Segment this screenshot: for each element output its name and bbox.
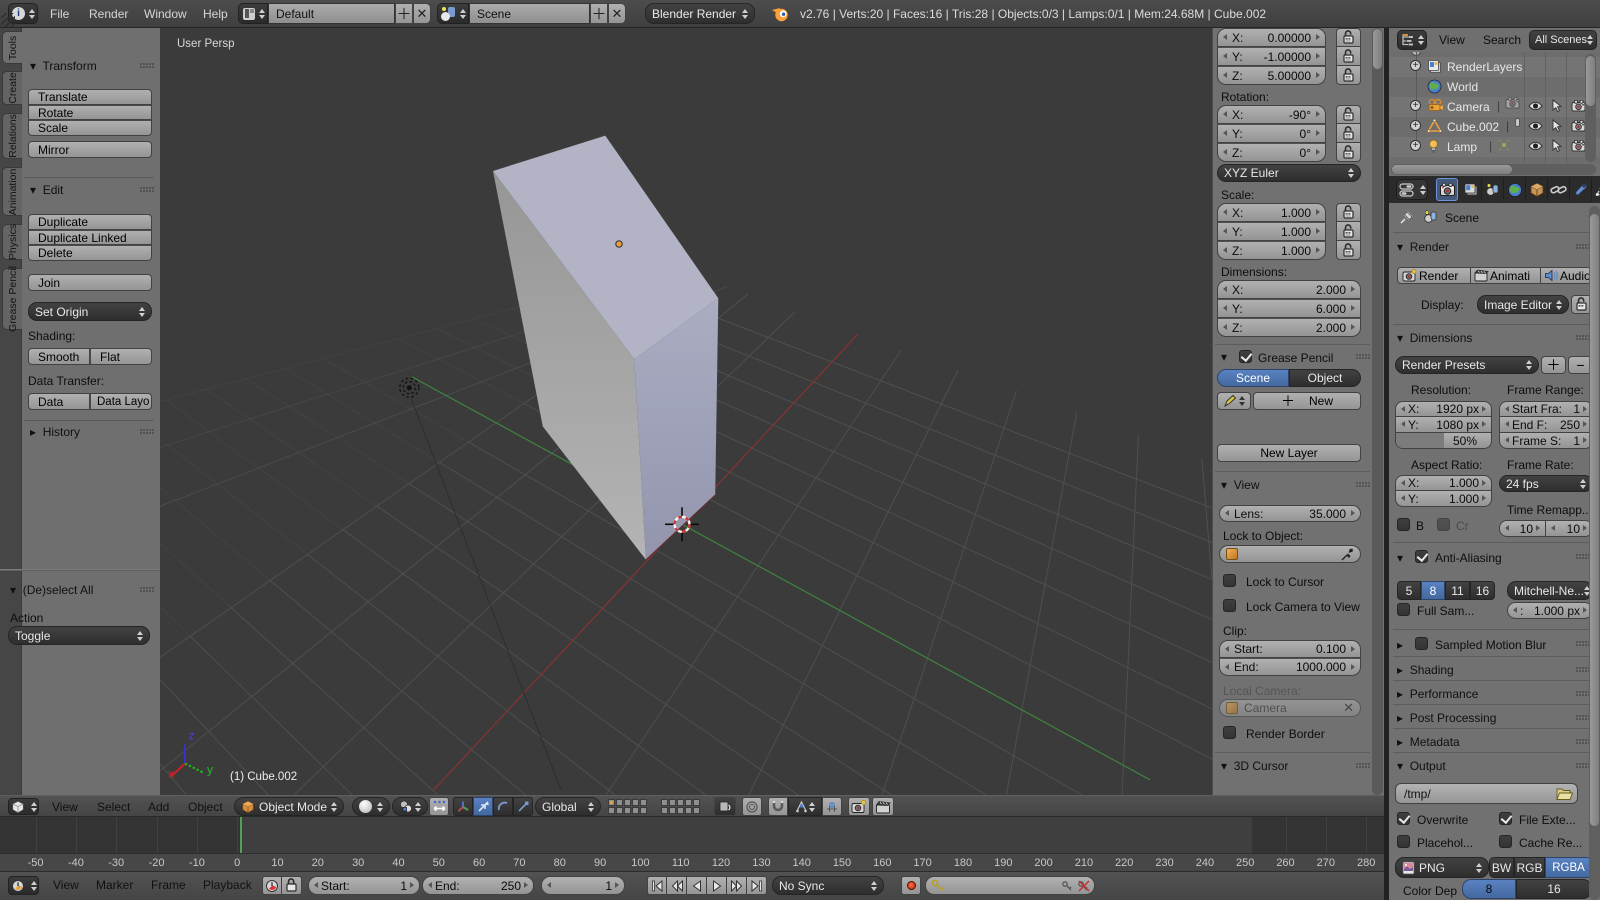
svg-text:User Persp: User Persp [177, 38, 235, 50]
svg-text:(1) Cube.002: (1) Cube.002 [230, 771, 297, 783]
svg-text:z: z [189, 729, 195, 743]
svg-text:y: y [207, 763, 213, 777]
svg-text:x: x [168, 767, 174, 781]
